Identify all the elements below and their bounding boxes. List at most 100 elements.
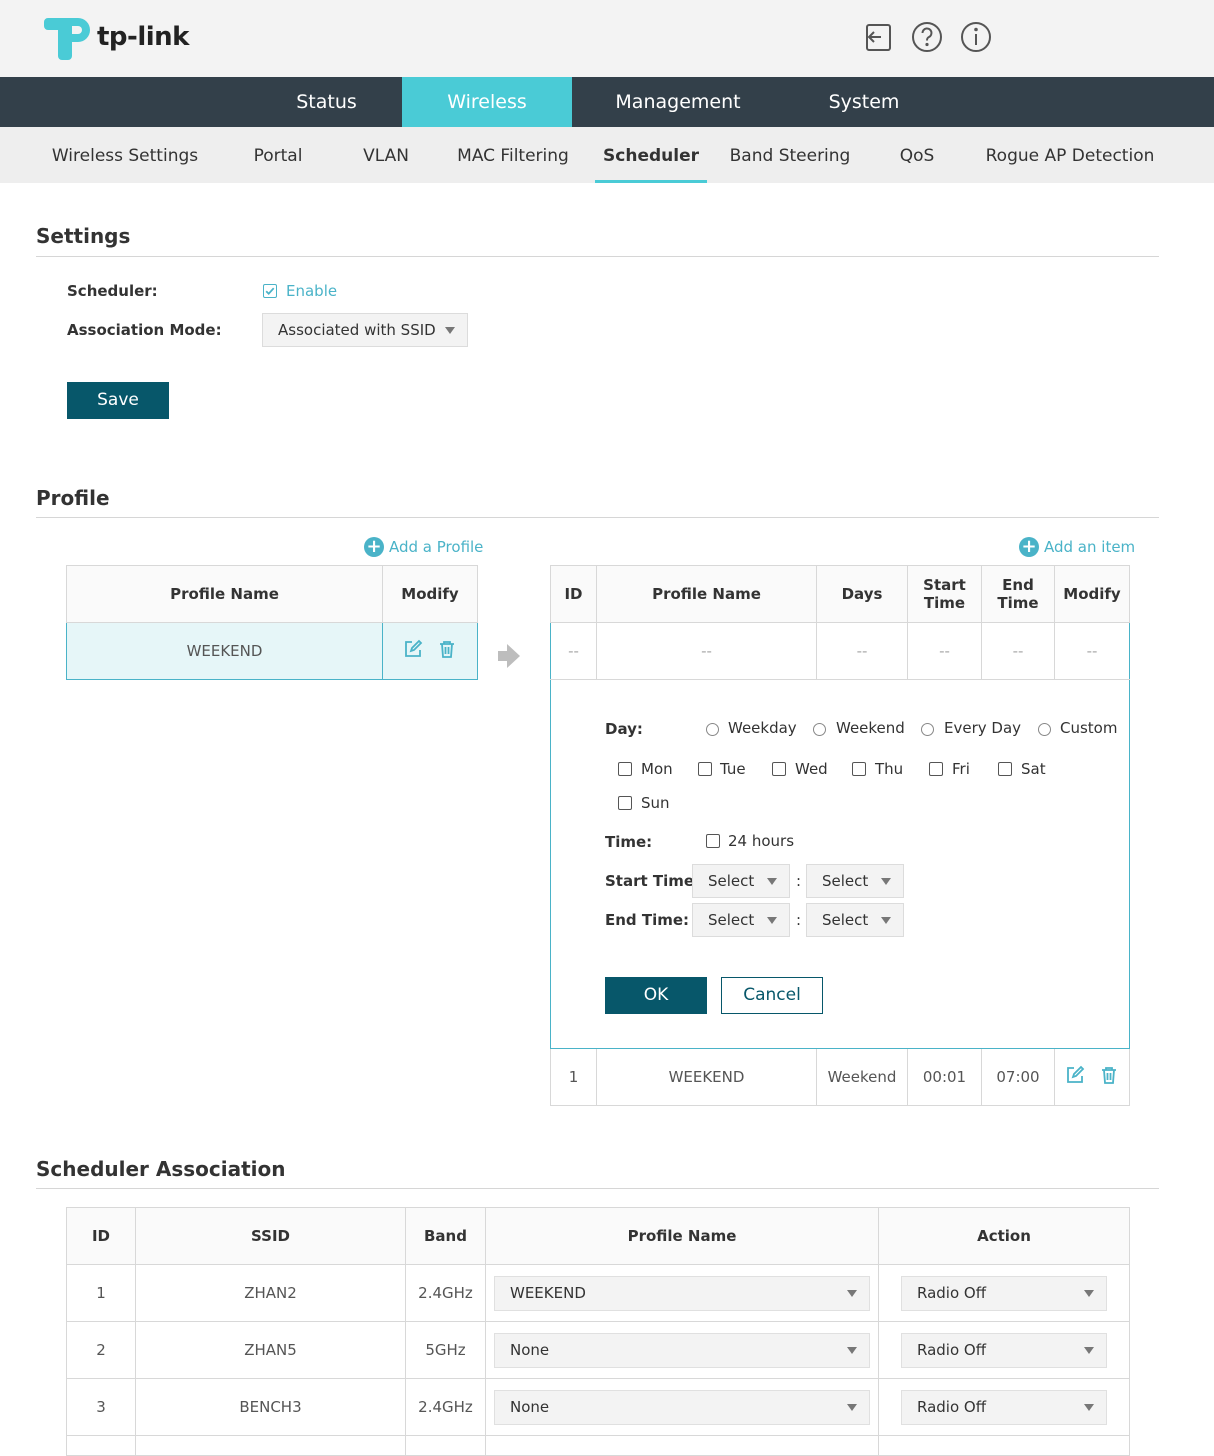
wed-checkbox[interactable]: [772, 762, 786, 776]
hours24-label[interactable]: 24 hours: [728, 832, 794, 850]
profile-select-value: WEEKEND: [510, 1283, 586, 1302]
add-item-link[interactable]: Add an item: [1044, 538, 1135, 556]
start-time-label: Start Time:: [605, 872, 701, 890]
profile-title: Profile: [36, 486, 110, 510]
day-weekend-label[interactable]: Weekend: [836, 719, 905, 737]
day-weekend-radio[interactable]: [813, 723, 826, 736]
tab-system[interactable]: System: [784, 77, 944, 127]
tue-checkbox[interactable]: [698, 762, 712, 776]
sat-label[interactable]: Sat: [1021, 760, 1046, 778]
end-minute-select[interactable]: Select: [806, 903, 904, 937]
day-everyday-radio[interactable]: [921, 723, 934, 736]
association-mode-label: Association Mode:: [67, 321, 222, 339]
table-row[interactable]: WEEKEND: [66, 622, 478, 680]
cancel-button[interactable]: Cancel: [721, 977, 823, 1014]
day-custom-label[interactable]: Custom: [1060, 719, 1117, 737]
assoc-id-cell: 3: [66, 1378, 136, 1436]
subtab-portal[interactable]: Portal: [240, 127, 316, 183]
save-button[interactable]: Save: [67, 382, 169, 419]
day-custom-radio[interactable]: [1038, 723, 1051, 736]
subtab-mac-filtering[interactable]: MAC Filtering: [452, 127, 574, 183]
subtab-vlan[interactable]: VLAN: [350, 127, 422, 183]
fri-checkbox[interactable]: [929, 762, 943, 776]
column-header-band: Band: [405, 1207, 486, 1265]
help-icon[interactable]: [910, 20, 944, 54]
sat-checkbox[interactable]: [998, 762, 1012, 776]
action-select[interactable]: Radio Off: [901, 1389, 1107, 1425]
action-select[interactable]: Radio Off: [901, 1332, 1107, 1368]
day-weekday-radio[interactable]: [706, 723, 719, 736]
assoc-band-cell: 2.4GHz: [405, 1378, 486, 1436]
tab-wireless[interactable]: Wireless: [402, 77, 572, 127]
scheduler-enable-label[interactable]: Enable: [286, 282, 337, 300]
item-profile-cell: WEEKEND: [596, 1048, 817, 1106]
placeholder-cell: --: [907, 622, 982, 680]
mon-label[interactable]: Mon: [641, 760, 673, 778]
sun-label[interactable]: Sun: [641, 794, 670, 812]
info-icon[interactable]: [959, 20, 993, 54]
subtab-scheduler[interactable]: Scheduler: [595, 127, 707, 183]
delete-icon[interactable]: [437, 639, 457, 663]
column-header-profile-name: Profile Name: [596, 565, 817, 623]
tue-label[interactable]: Tue: [720, 760, 746, 778]
assoc-action-cell: Radio Off: [878, 1264, 1130, 1322]
start-minute-select[interactable]: Select: [806, 864, 904, 898]
subtab-rogue-ap-detection[interactable]: Rogue AP Detection: [982, 127, 1158, 183]
thu-checkbox[interactable]: [852, 762, 866, 776]
modify-cell: [382, 622, 478, 680]
start-hour-select[interactable]: Select: [692, 864, 790, 898]
tp-link-logo-icon: [44, 12, 96, 66]
thu-label[interactable]: Thu: [875, 760, 903, 778]
fri-label[interactable]: Fri: [952, 760, 970, 778]
start-hour-value: Select: [708, 872, 755, 890]
table-row[interactable]: 1 WEEKEND Weekend 00:01 07:00: [550, 1048, 1130, 1106]
chevron-down-icon: [445, 327, 455, 334]
tab-status[interactable]: Status: [251, 77, 402, 127]
profile-select[interactable]: None: [494, 1389, 870, 1425]
mon-checkbox[interactable]: [618, 762, 632, 776]
day-everyday-label[interactable]: Every Day: [944, 719, 1021, 737]
subtab-band-steering[interactable]: Band Steering: [727, 127, 853, 183]
assoc-ssid-cell: ZHAN5: [135, 1321, 406, 1379]
edit-icon[interactable]: [1065, 1065, 1085, 1089]
add-profile-link[interactable]: Add a Profile: [389, 538, 483, 556]
profile-select[interactable]: WEEKEND: [494, 1275, 870, 1311]
profile-select[interactable]: None: [494, 1332, 870, 1368]
delete-icon[interactable]: [1099, 1065, 1119, 1089]
logout-icon[interactable]: [861, 20, 895, 54]
wed-label[interactable]: Wed: [795, 760, 828, 778]
chevron-down-icon: [767, 917, 777, 924]
add-profile-icon[interactable]: +: [364, 537, 384, 557]
placeholder-row: -- -- -- -- -- --: [550, 622, 1130, 680]
placeholder-cell: --: [816, 622, 908, 680]
ok-button[interactable]: OK: [605, 977, 707, 1014]
day-weekday-label[interactable]: Weekday: [728, 719, 797, 737]
table-row: 2 ZHAN5 5GHz None Radio Off: [66, 1321, 1130, 1379]
column-header-modify: Modify: [1054, 565, 1130, 623]
assoc-band-cell: 2.4GHz: [405, 1264, 486, 1322]
start-minute-value: Select: [822, 872, 869, 890]
divider: [36, 1188, 1159, 1189]
add-item-icon[interactable]: +: [1019, 537, 1039, 557]
assoc-action-cell: Radio Off: [878, 1378, 1130, 1436]
brand-name: tp-link: [97, 22, 189, 52]
subtab-wireless-settings[interactable]: Wireless Settings: [40, 127, 210, 183]
arrow-right-icon: [498, 644, 520, 672]
association-title: Scheduler Association: [36, 1157, 286, 1181]
sun-checkbox[interactable]: [618, 796, 632, 810]
scheduler-enable-checkbox[interactable]: [263, 284, 277, 298]
column-header-profile-name: Profile Name: [485, 1207, 879, 1265]
table-row: [66, 1435, 1130, 1456]
item-end-cell: 07:00: [981, 1048, 1055, 1106]
assoc-action-cell: Radio Off: [878, 1321, 1130, 1379]
table-row: 1 ZHAN2 2.4GHz WEEKEND Radio Off: [66, 1264, 1130, 1322]
hours24-checkbox[interactable]: [706, 834, 720, 848]
partial-cell: [135, 1435, 406, 1456]
subtab-qos[interactable]: QoS: [886, 127, 948, 183]
chevron-down-icon: [1084, 1347, 1094, 1354]
association-mode-select[interactable]: Associated with SSID: [262, 313, 468, 347]
end-hour-select[interactable]: Select: [692, 903, 790, 937]
action-select[interactable]: Radio Off: [901, 1275, 1107, 1311]
edit-icon[interactable]: [403, 639, 423, 663]
tab-management[interactable]: Management: [572, 77, 784, 127]
